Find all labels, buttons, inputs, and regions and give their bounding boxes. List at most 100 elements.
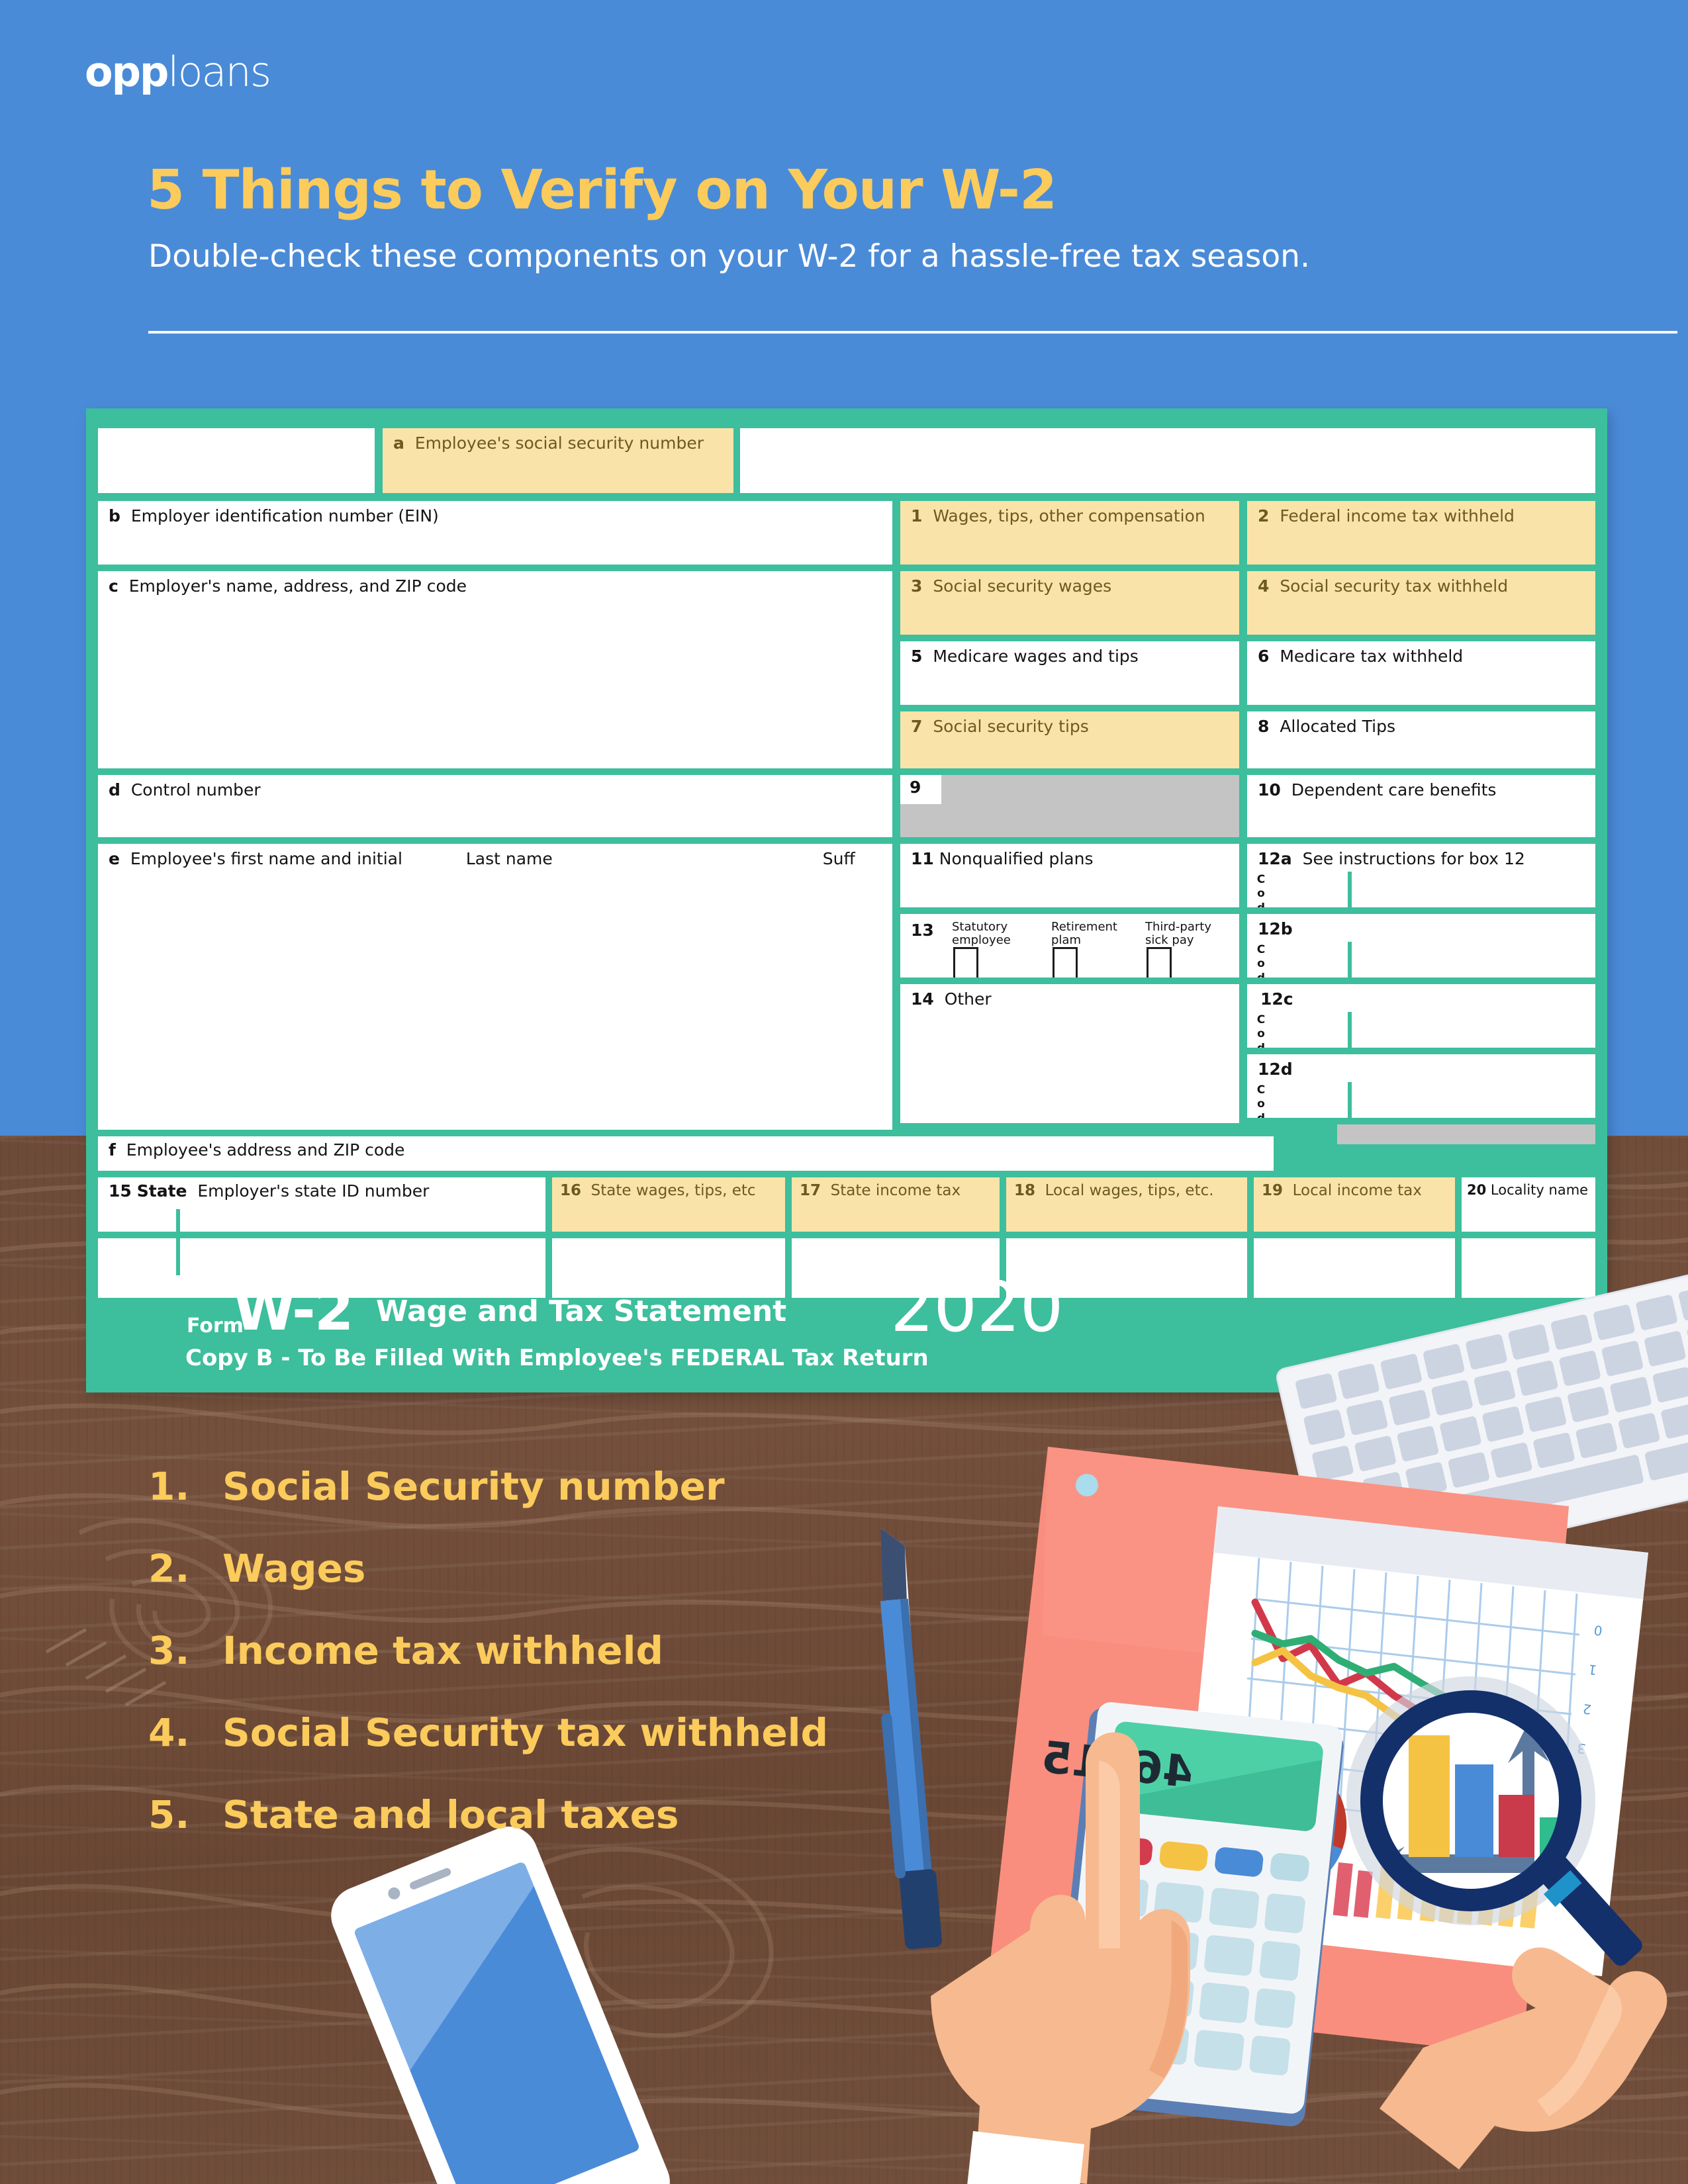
w2-box-12b-code-label: Code [1256,943,1266,978]
w2-box-d-letter: d [109,780,120,799]
w2-box-8[interactable]: 8 Allocated Tips [1247,711,1595,768]
w2-box-c-label: Employer's name, address, and ZIP code [128,576,467,596]
opploans-logo[interactable]: opploans [85,48,271,96]
logo-bold-part: opp [85,48,169,96]
w2-box-10-label: Dependent care benefits [1291,780,1497,799]
w2-box-13-check-retirement[interactable]: Retirement plam [1051,921,1117,947]
w2-box-12a-number: 12a [1258,849,1292,868]
list-item-label: Income tax withheld [222,1628,664,1673]
w2-box-14[interactable]: 14 Other [900,984,1239,1123]
w2-box-e-label: Employee's first name and initial [130,849,402,868]
w2-box-d[interactable]: d Control number [98,775,892,837]
header-divider [148,331,1677,334]
list-item-number: 1. [148,1464,190,1509]
w2-box-11-number: 11 [911,849,934,868]
page-subtitle: Double-check these components on your W-… [148,238,1310,275]
w2-box-13[interactable]: 13 Statutory employee Retirement plam Th… [900,914,1239,978]
verification-checklist: 1. Social Security number 2. Wages 3. In… [148,1464,1009,1874]
w2-box-13-statutory-line1: Statutory [952,920,1008,934]
list-item[interactable]: 4. Social Security tax withheld [148,1710,1009,1792]
list-item-label: State and local taxes [222,1792,679,1837]
list-item-label: Social Security tax withheld [222,1710,829,1755]
w2-box-13-check-thirdparty[interactable]: Third-party sick pay [1145,921,1211,947]
w2-box-b-letter: b [109,506,120,525]
w2-box-13-thirdparty-checkbox[interactable] [1147,947,1172,978]
list-item-number: 5. [148,1792,190,1837]
w2-box-12b[interactable]: 12b Code [1247,914,1595,978]
w2-box-1-number: 1 [911,506,923,525]
list-item[interactable]: 1. Social Security number [148,1464,1009,1546]
w2-box-12c-number: 12c [1260,989,1293,1009]
w2-box-10[interactable]: 10 Dependent care benefits [1247,775,1595,837]
w2-box-13-retirement-checkbox[interactable] [1053,947,1078,978]
w2-box-a-letter: a [393,433,404,453]
page-title: 5 Things to Verify on Your W-2 [147,159,1057,222]
w2-box-12d-code-label: Code [1256,1083,1266,1118]
w2-box-13-thirdparty-line2: sick pay [1145,933,1194,947]
w2-box-6[interactable]: 6 Medicare tax withheld [1247,641,1595,705]
w2-box-12d-divider [1348,1082,1352,1118]
w2-box-9[interactable]: 9 [900,775,1239,837]
w2-box-e[interactable]: e Employee's first name and initial Last… [98,844,892,1130]
w2-box-5[interactable]: 5 Medicare wages and tips [900,641,1239,705]
w2-box-3-label: Social security wages [933,576,1112,596]
w2-box-b[interactable]: b Employer identification number (EIN) [98,501,892,565]
w2-box-14-label: Other [944,989,992,1009]
list-item[interactable]: 2. Wages [148,1546,1009,1628]
w2-box-7[interactable]: 7 Social security tips [900,711,1239,768]
w2-box-12a-divider [1348,872,1352,907]
w2-box-12c[interactable]: 12c Code [1247,984,1595,1048]
w2-box-2[interactable]: 2 Federal income tax withheld [1247,501,1595,565]
w2-box-12c-divider [1348,1012,1352,1048]
w2-box-12a[interactable]: 12a See instructions for box 12 Code [1247,844,1595,907]
w2-box-3-number: 3 [911,576,923,596]
w2-box-1-label: Wages, tips, other compensation [933,506,1205,525]
w2-box-7-number: 7 [911,717,923,736]
w2-box-c-letter: c [109,576,118,596]
w2-top-left-blank[interactable] [98,428,375,493]
w2-box-12b-number: 12b [1258,919,1293,938]
w2-box-13-retirement-line2: plam [1051,933,1081,947]
w2-box-6-number: 6 [1258,647,1270,666]
w2-box-11-label: Nonqualified plans [939,849,1094,868]
w2-box-12a-label: See instructions for box 12 [1302,849,1525,868]
w2-box-11[interactable]: 11 Nonqualified plans [900,844,1239,907]
w2-box-4-number: 4 [1258,576,1270,596]
logo-light-part: loans [167,48,271,96]
w2-box-7-label: Social security tips [933,717,1089,736]
w2-box-3[interactable]: 3 Social security wages [900,571,1239,635]
w2-box-13-check-statutory[interactable]: Statutory employee [952,921,1011,947]
w2-box-e-letter: e [109,849,120,868]
list-item-number: 3. [148,1628,190,1673]
w2-box-6-label: Medicare tax withheld [1280,647,1464,666]
w2-box-c[interactable]: c Employer's name, address, and ZIP code [98,571,892,768]
list-item-number: 4. [148,1710,190,1755]
w2-box-a[interactable]: a Employee's social security number [383,428,733,493]
w2-box-8-number: 8 [1258,717,1270,736]
w2-box-9-number: 9 [910,778,921,797]
w2-box-13-number: 13 [911,921,934,940]
w2-box-12c-code-label: Code [1256,1013,1266,1048]
w2-box-d-label: Control number [130,780,261,799]
w2-box-10-number: 10 [1258,780,1281,799]
w2-box-12b-divider [1348,942,1352,978]
list-item-label: Social Security number [222,1464,725,1509]
w2-box-1[interactable]: 1 Wages, tips, other compensation [900,501,1239,565]
w2-box-5-number: 5 [911,647,923,666]
w2-box-2-label: Federal income tax withheld [1280,506,1515,525]
w2-box-13-statutory-checkbox[interactable] [953,947,978,978]
w2-box-8-label: Allocated Tips [1280,717,1396,736]
w2-box-12d-number: 12d [1258,1060,1293,1079]
list-item[interactable]: 3. Income tax withheld [148,1628,1009,1710]
w2-box-b-label: Employer identification number (EIN) [130,506,439,525]
w2-box-12a-code-label: Code [1256,873,1266,907]
w2-box-12d[interactable]: 12d Code [1247,1054,1595,1118]
w2-box-2-number: 2 [1258,506,1270,525]
w2-box-4-label: Social security tax withheld [1280,576,1509,596]
w2-box-4[interactable]: 4 Social security tax withheld [1247,571,1595,635]
list-item[interactable]: 5. State and local taxes [148,1792,1009,1874]
w2-top-right-blank[interactable] [740,428,1595,493]
w2-box-a-label: Employee's social security number [414,433,704,453]
w2-box-13-statutory-line2: employee [952,933,1011,947]
w2-box-e-suffix-label: Suff [822,849,855,868]
